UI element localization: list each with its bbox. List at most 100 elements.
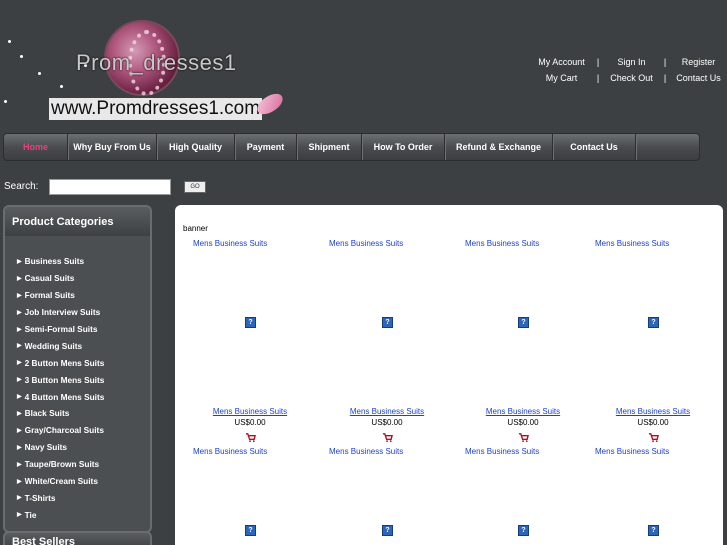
category-label: Formal Suits	[24, 290, 75, 301]
nav-home[interactable]: Home	[4, 134, 68, 160]
check-out-link[interactable]: Check Out	[603, 73, 660, 83]
broken-image-icon[interactable]: ?	[382, 525, 393, 536]
broken-image-icon[interactable]: ?	[245, 525, 256, 536]
nav-how-to-order[interactable]: How To Order	[362, 134, 445, 160]
category-item[interactable]: ▶ Business Suits	[5, 253, 150, 270]
add-to-cart-icon[interactable]	[245, 430, 256, 443]
category-item[interactable]: ▶ Wedding Suits	[5, 337, 150, 354]
product-price: US$0.00	[637, 418, 669, 427]
my-account-link[interactable]: My Account	[530, 57, 593, 67]
category-label: Taupe/Brown Suits	[24, 459, 100, 470]
arrow-right-icon: ▶	[17, 326, 22, 333]
arrow-right-icon: ▶	[17, 444, 22, 451]
product-price: US$0.00	[507, 418, 539, 427]
category-label: Gray/Charcoal Suits	[24, 425, 104, 436]
nav-why-buy-from-us[interactable]: Why Buy From Us	[68, 134, 157, 160]
product-title-link[interactable]: Mens Business Suits	[329, 447, 403, 456]
nav-shipment[interactable]: Shipment	[297, 134, 362, 160]
category-label: Black Suits	[24, 408, 70, 419]
separator: |	[663, 57, 667, 67]
category-item[interactable]: ▶ Taupe/Brown Suits	[5, 456, 150, 473]
product-title-link[interactable]: Mens Business Suits	[329, 239, 403, 248]
register-link[interactable]: Register	[670, 57, 727, 67]
category-item[interactable]: ▶ White/Cream Suits	[5, 473, 150, 490]
my-cart-link[interactable]: My Cart	[530, 73, 593, 83]
nav-contact-us[interactable]: Contact Us	[553, 134, 636, 160]
add-to-cart-icon[interactable]	[648, 430, 659, 443]
category-item[interactable]: ▶ 4 Button Mens Suits	[5, 388, 150, 405]
separator: |	[596, 73, 600, 83]
category-item[interactable]: ▶ Semi-Formal Suits	[5, 321, 150, 338]
broken-image-icon[interactable]: ?	[382, 317, 393, 328]
product-title-link[interactable]: Mens Business Suits	[595, 447, 669, 456]
category-item[interactable]: ▶ Gray/Charcoal Suits	[5, 422, 150, 439]
arrow-right-icon: ▶	[17, 258, 22, 265]
arrow-right-icon: ▶	[17, 292, 22, 299]
product-title-link[interactable]: Mens Business Suits	[193, 239, 267, 248]
search-go-button[interactable]: GO	[184, 181, 206, 193]
product-categories-panel: Product Categories ▶ Business Suits ▶ Casua…	[3, 205, 152, 533]
banner: banner	[183, 224, 208, 233]
arrow-right-icon: ▶	[17, 512, 22, 519]
arrow-right-icon: ▶	[17, 377, 22, 384]
broken-image-icon[interactable]: ?	[518, 525, 529, 536]
add-to-cart-icon[interactable]	[518, 430, 529, 443]
arrow-right-icon: ▶	[17, 410, 22, 417]
arrow-right-icon: ▶	[17, 360, 22, 367]
arrow-right-icon: ▶	[17, 343, 22, 350]
category-item[interactable]: ▶ Job Interview Suits	[5, 304, 150, 321]
category-label: 3 Button Mens Suits	[24, 374, 105, 385]
product-name-link[interactable]: Mens Business Suits	[593, 407, 713, 416]
arrow-right-icon: ▶	[17, 495, 22, 502]
category-item[interactable]: ▶ Tie	[5, 506, 150, 523]
product-title-link[interactable]: Mens Business Suits	[193, 447, 267, 456]
broken-image-icon[interactable]: ?	[648, 525, 659, 536]
main-content: banner Mens Business Suits? Mens Business…	[175, 205, 723, 545]
broken-image-icon[interactable]: ?	[648, 317, 659, 328]
category-item[interactable]: ▶ Navy Suits	[5, 439, 150, 456]
logo-name[interactable]: Prom_dresses1	[76, 50, 237, 76]
category-item[interactable]: ▶ T-Shirts	[5, 489, 150, 506]
product-name-link[interactable]: Mens Business Suits	[190, 407, 310, 416]
category-label: Tie	[24, 509, 37, 520]
broken-image-icon[interactable]: ?	[518, 317, 529, 328]
product-name-link[interactable]: Mens Business Suits	[463, 407, 583, 416]
sparkle-decoration	[20, 55, 23, 58]
category-item[interactable]: ▶ 2 Button Mens Suits	[5, 354, 150, 371]
arrow-right-icon: ▶	[17, 309, 22, 316]
category-item[interactable]: ▶ Black Suits	[5, 405, 150, 422]
top-links: My Account | Sign In | Register My Cart …	[530, 54, 727, 86]
nav-payment[interactable]: Payment	[235, 134, 297, 160]
category-label: 4 Button Mens Suits	[24, 391, 105, 402]
category-label: Business Suits	[24, 256, 85, 267]
add-to-cart-icon[interactable]	[382, 430, 393, 443]
nav-refund-exchange[interactable]: Refund & Exchange	[445, 134, 553, 160]
arrow-right-icon: ▶	[17, 461, 22, 468]
broken-image-icon[interactable]: ?	[245, 317, 256, 328]
arrow-right-icon: ▶	[17, 478, 22, 485]
best-sellers-title: Best Sellers	[3, 531, 152, 545]
category-label: T-Shirts	[24, 492, 56, 503]
sign-in-link[interactable]: Sign In	[603, 57, 660, 67]
product-title-link[interactable]: Mens Business Suits	[595, 239, 669, 248]
category-label: 2 Button Mens Suits	[24, 357, 105, 368]
nav-high-quality[interactable]: High Quality	[157, 134, 235, 160]
arrow-right-icon: ▶	[17, 275, 22, 282]
sparkle-decoration	[4, 100, 7, 103]
product-name-link[interactable]: Mens Business Suits	[327, 407, 447, 416]
category-label: Casual Suits	[24, 273, 75, 284]
category-item[interactable]: ▶ Casual Suits	[5, 270, 150, 287]
product-title-link[interactable]: Mens Business Suits	[465, 447, 539, 456]
category-item[interactable]: ▶ 3 Button Mens Suits	[5, 371, 150, 388]
arrow-right-icon: ▶	[17, 394, 22, 401]
contact-us-link[interactable]: Contact Us	[670, 73, 727, 83]
separator: |	[596, 57, 600, 67]
category-item[interactable]: ▶ Formal Suits	[5, 287, 150, 304]
arrow-right-icon: ▶	[17, 427, 22, 434]
search-input[interactable]	[49, 179, 171, 195]
category-list: ▶ Business Suits ▶ Casual Suits ▶ Formal Suit…	[5, 253, 150, 523]
sparkle-decoration	[60, 85, 63, 88]
sparkle-decoration	[38, 72, 41, 75]
logo-url[interactable]: www.Promdresses1.com	[49, 98, 263, 120]
product-title-link[interactable]: Mens Business Suits	[465, 239, 539, 248]
